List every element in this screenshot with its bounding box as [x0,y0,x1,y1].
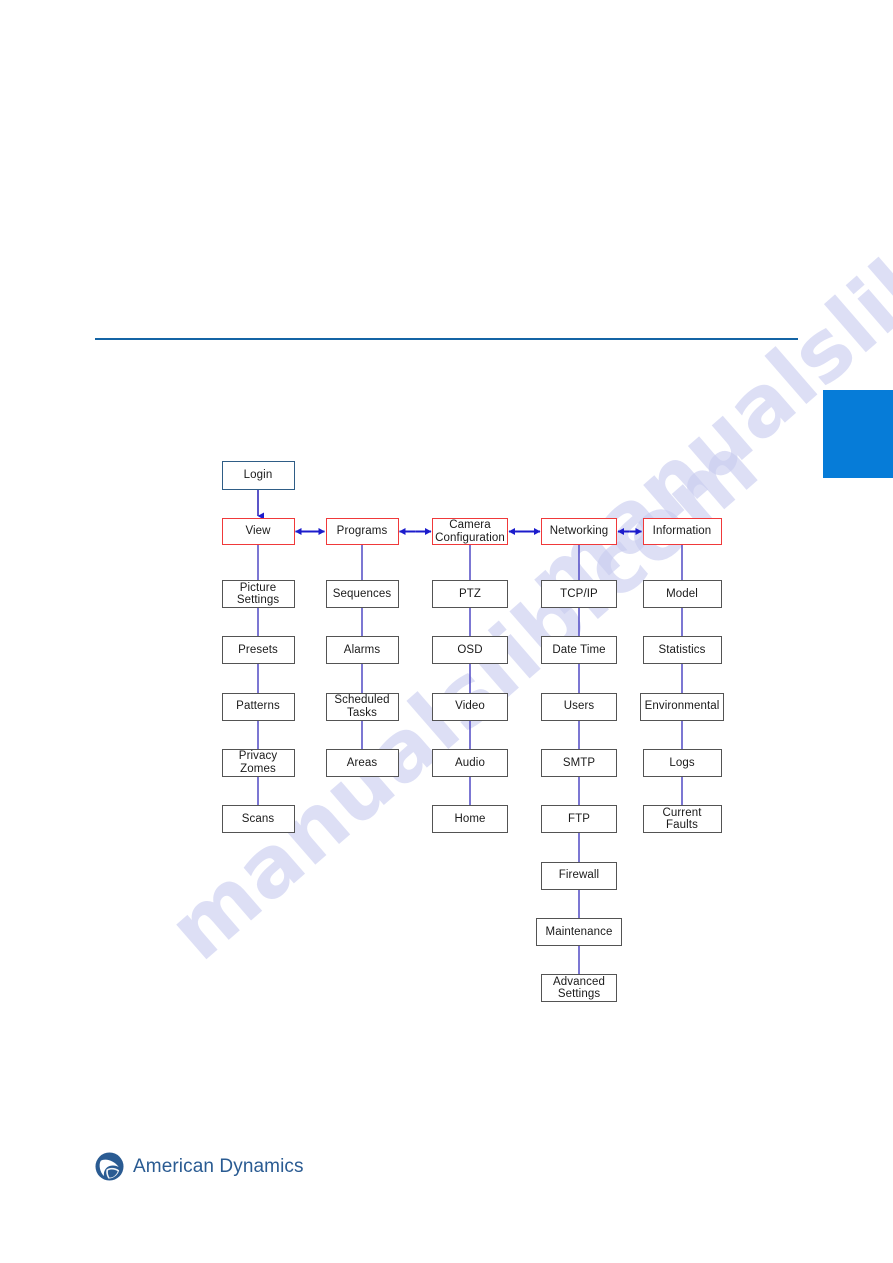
brand-name: American Dynamics [133,1155,304,1177]
node-label: Model [666,587,698,600]
footer-brand: American Dynamics [95,1152,304,1181]
node-label: Patterns [236,700,280,713]
node-programs[interactable]: Programs [325,518,399,545]
diagram-connectors [257,490,683,989]
node-privacy-zomes[interactable]: Privacy Zomes [221,748,295,777]
menu-tree-diagram: Login View Picture Settings Presets Patterns P… [0,0,893,1263]
node-label: Alarms [343,644,381,657]
node-users[interactable]: Users [541,692,617,721]
node-information[interactable]: Information [642,518,722,545]
node-environmental[interactable]: Environmental [640,692,724,721]
node-label: Camera Configuration [435,519,505,544]
node-advanced-settings[interactable]: Advanced Settings [541,974,617,1003]
node-alarms[interactable]: Alarms [325,636,399,665]
node-label: Video [455,700,485,713]
node-label: Privacy Zomes [238,750,278,775]
node-label: Logs [669,756,695,769]
node-camera-configuration[interactable]: Camera Configuration [432,518,508,545]
node-ftp[interactable]: FTP [541,805,617,834]
node-label: OSD [457,644,483,657]
node-login[interactable]: Login [221,461,295,490]
node-sequences[interactable]: Sequences [325,580,399,608]
node-label: TCP/IP [560,587,598,600]
node-label: Current Faults [662,806,702,832]
node-view[interactable]: View [221,518,295,545]
node-label: PTZ [458,587,482,600]
node-picture-settings[interactable]: Picture Settings [221,580,295,608]
node-networking[interactable]: Networking [541,518,617,545]
node-logs[interactable]: Logs [642,748,722,777]
node-label: Date Time [552,644,606,657]
node-label: Programs [336,525,388,538]
node-label: SMTP [562,756,596,769]
node-label: Presets [238,644,278,657]
node-model[interactable]: Model [642,580,722,608]
node-label: FTP [567,812,591,825]
american-dynamics-globe-logo [95,1152,124,1181]
node-scans[interactable]: Scans [221,805,295,834]
node-firewall[interactable]: Firewall [541,861,617,890]
node-label: Environmental [644,700,720,713]
node-label: Information [652,525,712,538]
node-video[interactable]: Video [432,692,508,721]
node-presets[interactable]: Presets [221,636,295,665]
node-label: Advanced Settings [553,975,605,1001]
node-label: View [245,525,271,538]
node-patterns[interactable]: Patterns [221,692,295,721]
node-label: Scheduled Tasks [334,694,390,719]
node-scheduled-tasks[interactable]: Scheduled Tasks [325,692,399,721]
node-statistics[interactable]: Statistics [642,636,722,665]
node-label: Maintenance [545,925,613,938]
node-label: Picture Settings [236,581,280,607]
node-label: Audio [455,756,485,769]
node-label: Networking [549,525,609,538]
node-maintenance[interactable]: Maintenance [536,917,622,946]
node-label: Login [243,469,273,482]
node-label: Scans [241,812,275,825]
node-audio[interactable]: Audio [432,748,508,777]
node-label: Sequences [332,587,392,600]
node-areas[interactable]: Areas [325,748,399,777]
node-home[interactable]: Home [432,805,508,834]
node-label: Users [563,700,595,713]
node-current-faults[interactable]: Current Faults [642,805,722,834]
node-label: Statistics [658,644,706,657]
node-label: Areas [346,756,378,769]
node-date-time[interactable]: Date Time [541,636,617,665]
node-tcp-ip[interactable]: TCP/IP [541,580,617,608]
node-osd[interactable]: OSD [432,636,508,665]
node-smtp[interactable]: SMTP [541,748,617,777]
node-ptz[interactable]: PTZ [432,580,508,608]
node-label: Firewall [558,869,600,882]
node-label: Home [454,812,486,825]
